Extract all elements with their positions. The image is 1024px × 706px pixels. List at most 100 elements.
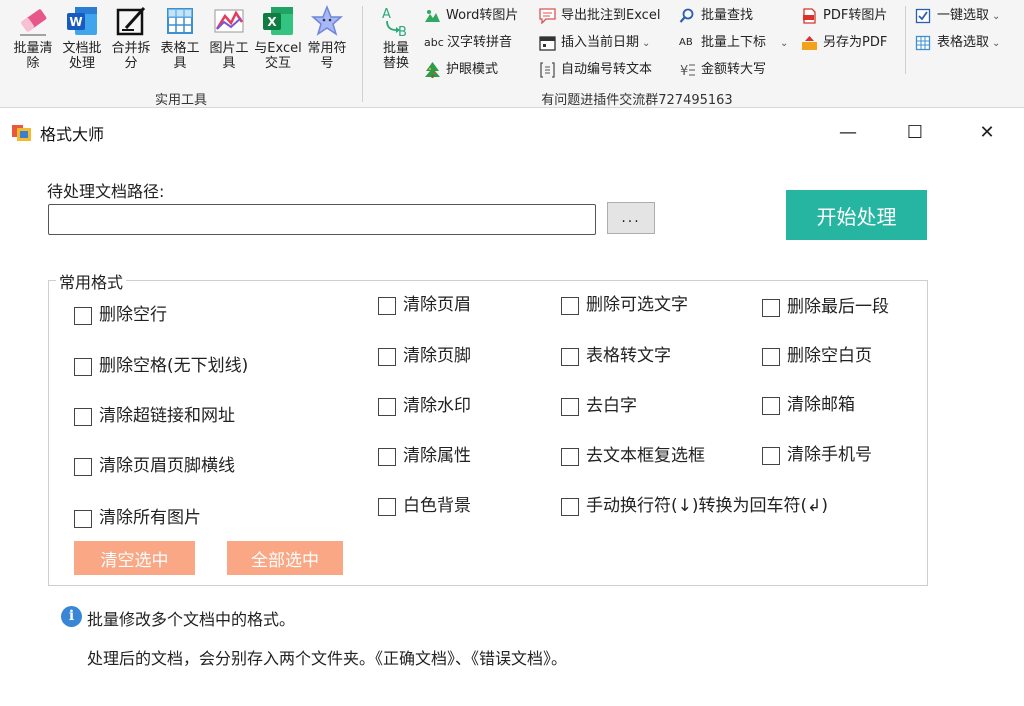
batch-replace-label: 批量 替换 xyxy=(382,41,409,71)
checkbox-box[interactable] xyxy=(378,348,396,366)
table-tools-button[interactable]: 表格工 具 xyxy=(155,4,205,84)
eraser-icon xyxy=(16,4,50,38)
checkbox-label: 去文本框复选框 xyxy=(586,446,705,466)
checkbox-label: 清除邮箱 xyxy=(787,395,855,415)
insert-date-button[interactable]: 插入当前日期 ⌄ xyxy=(539,32,650,54)
checkbox-checked-icon xyxy=(915,8,932,24)
eye-mode-button[interactable]: 护眼模式 xyxy=(424,59,498,81)
hanzi-pinyin-button[interactable]: abc 汉字转拼音 xyxy=(424,32,512,54)
batch-superscript-label: 批量上下标 xyxy=(701,35,767,50)
checkbox-box[interactable] xyxy=(74,358,92,376)
auto-number-label: 自动编号转文本 xyxy=(561,62,653,77)
close-button[interactable]: ✕ xyxy=(962,110,1012,154)
merge-split-button[interactable]: 合并拆 分 xyxy=(106,4,156,84)
amount-upper-label: 金额转大写 xyxy=(701,62,767,77)
save-pdf-button[interactable]: 另存为PDF xyxy=(801,32,887,54)
checkbox-box[interactable] xyxy=(561,297,579,315)
excel-icon: X xyxy=(261,4,295,38)
checkbox-box[interactable] xyxy=(762,299,780,317)
checkbox-box[interactable] xyxy=(74,307,92,325)
pdf-to-image-button[interactable]: PDF转图片 xyxy=(801,5,887,27)
batch-superscript-button[interactable]: AB 批量上下标 ⌄ xyxy=(679,32,788,54)
checkbox-label: 清除页眉页脚横线 xyxy=(99,456,235,476)
checkbox-box[interactable] xyxy=(561,348,579,366)
abc-icon: abc xyxy=(424,36,444,49)
table-select-label: 表格选取 xyxy=(937,35,990,50)
table-select-button[interactable]: 表格选取 ⌄ xyxy=(915,32,1000,54)
export-comments-button[interactable]: 导出批注到Excel xyxy=(539,5,660,27)
checkbox-box[interactable] xyxy=(561,448,579,466)
checkbox-label: 清除超链接和网址 xyxy=(99,406,235,426)
select-all-button[interactable]: 全部选中 xyxy=(227,541,343,575)
checkbox-box[interactable] xyxy=(561,498,579,516)
checkbox-box[interactable] xyxy=(762,397,780,415)
word-to-image-button[interactable]: Word转图片 xyxy=(424,5,518,27)
maximize-button[interactable]: ☐ xyxy=(890,110,940,154)
table-grid-icon xyxy=(915,35,932,51)
ribbon-separator xyxy=(905,6,906,74)
checkbox-label: 清除页眉 xyxy=(403,295,471,315)
checkbox-box[interactable] xyxy=(378,297,396,315)
excel-interact-label: 与Excel 交互 xyxy=(254,41,302,71)
path-input[interactable] xyxy=(48,204,596,235)
insert-date-label: 插入当前日期 xyxy=(561,35,640,50)
clear-selection-button[interactable]: 清空选中 xyxy=(74,541,195,575)
checkbox-label: 删除空格(无下划线) xyxy=(99,356,249,376)
checkbox-box[interactable] xyxy=(378,498,396,516)
auto-number-button[interactable]: 自动编号转文本 xyxy=(539,59,652,81)
browse-button[interactable]: ... xyxy=(607,202,655,234)
checkbox-box[interactable] xyxy=(74,510,92,528)
app-icon xyxy=(12,122,32,142)
tools-group-label: 实用工具 xyxy=(154,93,207,108)
batch-clear-button[interactable]: 批量清 除 xyxy=(8,4,58,84)
edit-doc-icon xyxy=(114,4,148,38)
checkbox-box[interactable] xyxy=(762,447,780,465)
start-process-button[interactable]: 开始处理 xyxy=(786,190,927,240)
checkbox-label: 清除所有图片 xyxy=(99,508,201,528)
checkbox-box[interactable] xyxy=(378,398,396,416)
checkbox-label: 清除页脚 xyxy=(403,346,471,366)
amount-upper-button[interactable]: ¥ 金额转大写 xyxy=(679,59,766,81)
merge-split-label: 合并拆 分 xyxy=(111,41,151,71)
checkbox-label: 清除手机号 xyxy=(787,445,872,465)
info-description: 批量修改多个文档中的格式。 xyxy=(87,610,296,629)
save-pdf-icon xyxy=(801,35,818,51)
info-icon: i xyxy=(61,606,82,627)
checkbox-box[interactable] xyxy=(762,348,780,366)
svg-text:X: X xyxy=(267,15,277,29)
doc-batch-button[interactable]: W 文档批 处理 xyxy=(57,4,107,84)
save-pdf-label: 另存为PDF xyxy=(823,35,888,50)
svg-text:W: W xyxy=(69,15,82,29)
chevron-down-icon: ⌄ xyxy=(642,38,651,49)
eye-mode-label: 护眼模式 xyxy=(446,62,499,77)
ribbon-separator xyxy=(362,6,363,102)
chevron-down-icon: ⌄ xyxy=(780,38,789,49)
excel-interact-button[interactable]: X 与Excel 交互 xyxy=(253,4,303,84)
group2-label: 有问题进插件交流群727495163 xyxy=(541,93,733,108)
svg-text:¥: ¥ xyxy=(680,64,688,78)
batch-replace-button[interactable]: AB 批量 替换 xyxy=(372,4,420,84)
export-comments-label: 导出批注到Excel xyxy=(561,8,661,23)
chevron-down-icon: ⌄ xyxy=(992,11,1001,22)
checkbox-label: 去白字 xyxy=(586,396,637,416)
select-one-key-button[interactable]: 一键选取 ⌄ xyxy=(915,5,1000,27)
batch-find-button[interactable]: 批量查找 xyxy=(679,5,753,27)
checkbox-box[interactable] xyxy=(378,448,396,466)
chevron-down-icon: ⌄ xyxy=(992,38,1001,49)
image-tools-button[interactable]: 图片工 具 xyxy=(204,4,254,84)
window-titlebar[interactable]: 格式大师 — ☐ ✕ xyxy=(0,110,1024,154)
batch-find-label: 批量查找 xyxy=(701,8,754,23)
word-to-image-label: Word转图片 xyxy=(446,8,519,23)
checkbox-box[interactable] xyxy=(74,408,92,426)
minimize-button[interactable]: — xyxy=(823,110,873,154)
checkbox-label: 删除空行 xyxy=(99,305,167,325)
chart-icon xyxy=(212,4,246,38)
checkbox-box[interactable] xyxy=(561,398,579,416)
checkbox-label: 手动换行符(↓)转换为回车符(↲) xyxy=(586,496,829,516)
comment-icon xyxy=(539,8,556,25)
hanzi-pinyin-label: 汉字转拼音 xyxy=(447,35,513,50)
replace-ab-icon: AB xyxy=(379,4,413,40)
checkbox-box[interactable] xyxy=(74,458,92,476)
word-icon: W xyxy=(65,4,99,38)
common-symbols-button[interactable]: 常用符 号 xyxy=(302,4,352,84)
